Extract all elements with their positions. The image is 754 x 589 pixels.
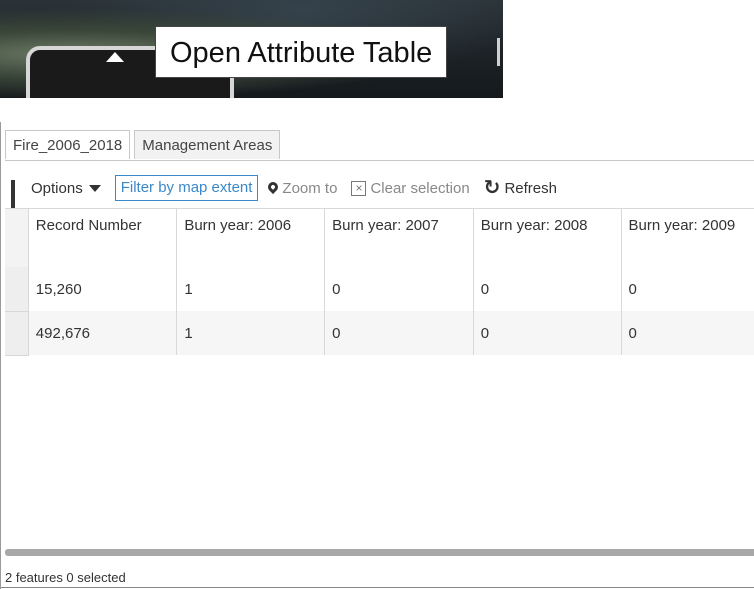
clear-selection-button[interactable]: × Clear selection (351, 179, 470, 197)
table-cell: 0 (621, 311, 754, 355)
selection-status: 2 features 0 selected (5, 570, 126, 585)
zoom-to-label: Zoom to (282, 179, 338, 197)
filter-by-map-extent-button[interactable]: Filter by map extent (114, 175, 259, 201)
table-cell: 1 (176, 267, 326, 311)
column-header-burn-2008[interactable]: Burn year: 2008 (473, 209, 622, 267)
tab-management-areas[interactable]: Management Areas (134, 130, 281, 159)
table-cell: 0 (473, 311, 622, 355)
column-header-burn-2007[interactable]: Burn year: 2007 (324, 209, 474, 267)
clear-box-icon: × (351, 180, 367, 196)
layer-tabs: Fire_2006_2018 Management Areas (5, 130, 284, 160)
horizontal-scrollbar[interactable] (5, 549, 754, 556)
attribute-table-panel: Fire_2006_2018 Management Areas Options … (0, 122, 754, 589)
table-header-row: Record Number Burn year: 2006 Burn year:… (5, 209, 754, 267)
tab-fire-2006-2018[interactable]: Fire_2006_2018 (5, 130, 131, 159)
table-cell: 0 (621, 267, 754, 311)
table-cell: 1 (176, 311, 326, 355)
caret-up-icon[interactable] (106, 52, 124, 62)
column-header-record-number[interactable]: Record Number (28, 209, 178, 267)
table-cell: 0 (473, 267, 622, 311)
table-toolbar: Options Filter by map extent Zoom to × C… (11, 174, 571, 216)
panel-bottom-divider (1, 587, 754, 588)
refresh-button[interactable]: ↻ Refresh (483, 177, 557, 199)
map-edge-divider (497, 38, 500, 66)
chevron-down-icon (88, 184, 101, 192)
map-pin-icon (266, 179, 281, 194)
options-menu-button[interactable]: Options (11, 179, 101, 216)
column-header-burn-2006[interactable]: Burn year: 2006 (176, 209, 326, 267)
column-header-burn-2009[interactable]: Burn year: 2009 (621, 209, 754, 267)
grid-icon (11, 180, 27, 216)
open-attribute-table-tooltip: Open Attribute Table (155, 26, 448, 78)
attribute-grid[interactable]: Record Number Burn year: 2006 Burn year:… (5, 208, 754, 549)
table-cell: 0 (324, 267, 474, 311)
table-cell: 0 (324, 311, 474, 355)
tabs-divider (5, 160, 754, 161)
zoom-to-button[interactable]: Zoom to (266, 179, 338, 197)
table-row[interactable]: 15,260 1 0 0 0 (5, 267, 754, 312)
table-cell: 492,676 (28, 311, 178, 355)
select-all-cell[interactable] (5, 209, 29, 267)
row-selector[interactable] (5, 311, 29, 356)
clear-selection-label: Clear selection (370, 179, 470, 197)
table-row[interactable]: 492,676 1 0 0 0 (5, 311, 754, 356)
attribute-table: Record Number Burn year: 2006 Burn year:… (5, 209, 754, 356)
options-label: Options (31, 179, 83, 197)
refresh-icon: ↻ (483, 177, 501, 199)
row-selector[interactable] (5, 267, 29, 312)
refresh-label: Refresh (504, 179, 557, 197)
table-cell: 15,260 (28, 267, 178, 311)
